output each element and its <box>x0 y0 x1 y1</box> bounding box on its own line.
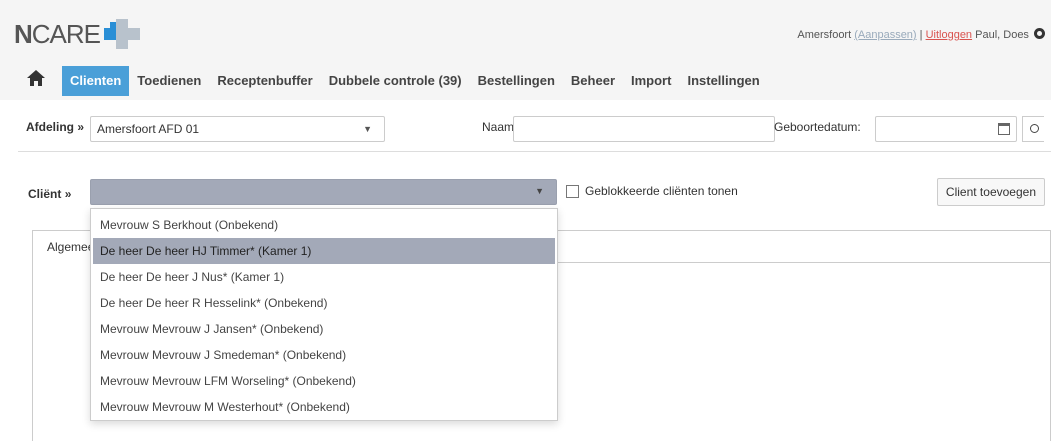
dob-input[interactable] <box>875 116 1017 142</box>
client-option[interactable]: Mevrouw Mevrouw J Jansen* (Onbekend) <box>91 316 557 342</box>
department-value: Amersfoort AFD 01 <box>97 122 200 136</box>
filter-bar: Afdeling » Amersfoort AFD 01 ▼ Naam: Geb… <box>18 112 1051 152</box>
client-dropdown-list: Mevrouw S Berkhout (Onbekend) De heer De… <box>90 208 558 421</box>
department-label: Afdeling » <box>26 120 85 134</box>
home-icon[interactable] <box>26 69 52 93</box>
nav-beheer[interactable]: Beheer <box>563 66 623 96</box>
nav-instellingen[interactable]: Instellingen <box>679 66 767 96</box>
nav-dubbele-controle[interactable]: Dubbele controle (39) <box>321 66 470 96</box>
location-text: Amersfoort <box>797 29 852 41</box>
nav-receptenbuffer[interactable]: Receptenbuffer <box>209 66 320 96</box>
client-label: Cliënt » <box>28 187 72 201</box>
nav-toedienen[interactable]: Toedienen <box>129 66 209 96</box>
name-input[interactable] <box>513 116 775 142</box>
client-option[interactable]: Mevrouw Mevrouw M Westerhout* (Onbekend) <box>91 394 557 420</box>
show-blocked-checkbox[interactable] <box>566 184 579 198</box>
department-select[interactable]: Amersfoort AFD 01 ▼ <box>90 116 385 142</box>
logo-text: NCARE <box>14 18 101 49</box>
nav-clienten[interactable]: Clienten <box>62 66 130 96</box>
add-client-button[interactable]: Client toevoegen <box>936 178 1045 206</box>
gear-icon[interactable] <box>1034 28 1045 39</box>
chevron-down-icon: ▼ <box>535 186 544 196</box>
client-option[interactable]: De heer De heer R Hesselink* (Onbekend) <box>91 290 557 316</box>
show-blocked-toggle[interactable]: Geblokkeerde cliënten tonen <box>566 184 738 198</box>
tab-algemeen[interactable]: Algemeen <box>33 231 93 263</box>
search-button[interactable] <box>1022 116 1044 142</box>
user-area: Amersfoort (Aanpassen) | Uitloggen Paul,… <box>797 28 1045 41</box>
dob-label: Geboortedatum: <box>774 120 861 134</box>
calendar-icon[interactable] <box>998 123 1010 135</box>
user-name: Paul, Does <box>975 29 1029 41</box>
client-option[interactable]: De heer De heer J Nus* (Kamer 1) <box>91 264 557 290</box>
client-option-highlighted[interactable]: De heer De heer HJ Timmer* (Kamer 1) <box>93 238 555 264</box>
client-option[interactable]: Mevrouw Mevrouw J Smedeman* (Onbekend) <box>91 342 557 368</box>
show-blocked-label: Geblokkeerde cliënten tonen <box>585 184 738 198</box>
main-nav: Clienten Toedienen Receptenbuffer Dubbel… <box>0 62 1051 100</box>
change-location-link[interactable]: (Aanpassen) <box>854 29 916 41</box>
client-option[interactable]: Mevrouw S Berkhout (Onbekend) <box>91 212 557 238</box>
client-option[interactable]: Mevrouw Mevrouw LFM Worseling* (Onbekend… <box>91 368 557 394</box>
chevron-down-icon: ▼ <box>363 124 372 134</box>
nav-import[interactable]: Import <box>623 66 679 96</box>
client-select[interactable]: ▼ <box>90 179 557 205</box>
logout-link[interactable]: Uitloggen <box>926 29 972 41</box>
top-header: NCARE Amersfoort (Aanpassen) | Uitloggen… <box>0 0 1051 62</box>
logo-cross-icon <box>104 19 141 49</box>
separator: | <box>919 29 923 41</box>
nav-bestellingen[interactable]: Bestellingen <box>470 66 563 96</box>
ncare-logo[interactable]: NCARE <box>14 18 141 50</box>
